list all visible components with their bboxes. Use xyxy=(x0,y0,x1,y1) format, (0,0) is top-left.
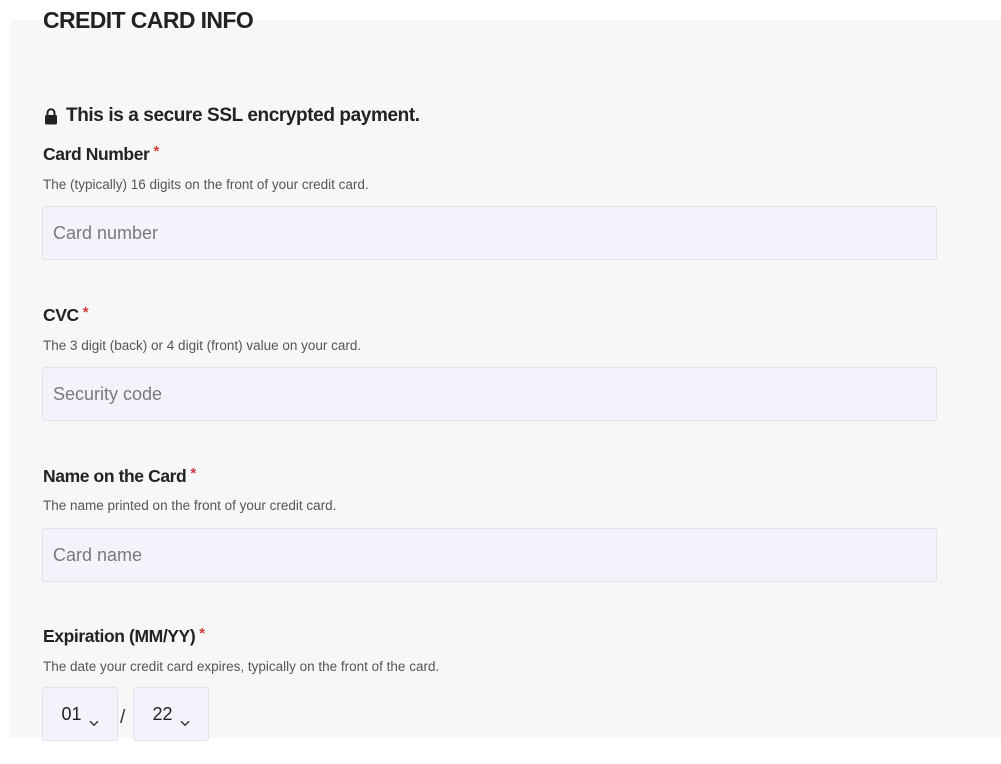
required-marker: * xyxy=(82,304,89,321)
card-name-help: The name printed on the front of your cr… xyxy=(43,498,337,513)
required-marker: * xyxy=(153,143,159,160)
card-name-input[interactable] xyxy=(42,528,937,582)
required-marker: * xyxy=(199,625,205,642)
secure-notice: This is a secure SSL encrypted payment. xyxy=(44,104,420,128)
expiration-month-value: 01 xyxy=(61,703,82,724)
cvc-help: The 3 digit (back) or 4 digit (front) va… xyxy=(43,338,362,353)
card-number-help: The (typically) 16 digits on the front o… xyxy=(43,177,369,192)
expiration-year-select[interactable]: 22 xyxy=(133,687,209,741)
cvc-label-text: CVC xyxy=(43,305,79,325)
cvc-input[interactable] xyxy=(42,367,937,421)
card-name-label: Name on the Card * xyxy=(43,465,196,489)
card-number-label: Card Number * xyxy=(43,143,159,167)
cvc-label: CVC * xyxy=(43,304,89,328)
expiration-help: The date your credit card expires, typic… xyxy=(43,659,440,674)
expiration-label-text: Expiration (MM/YY) xyxy=(43,626,196,646)
expiration-separator: / xyxy=(120,707,126,728)
expiration-month-select[interactable]: 01 xyxy=(42,687,118,741)
required-marker: * xyxy=(190,465,196,482)
card-number-label-text: Card Number xyxy=(43,144,150,164)
expiration-year-value: 22 xyxy=(152,703,173,724)
card-number-input[interactable] xyxy=(42,206,937,260)
card-name-label-text: Name on the Card xyxy=(43,466,187,486)
chevron-down-icon xyxy=(89,711,99,726)
secure-notice-text: This is a secure SSL encrypted payment. xyxy=(66,105,420,126)
lock-icon xyxy=(44,107,58,125)
expiration-label: Expiration (MM/YY) * xyxy=(43,625,205,649)
chevron-down-icon xyxy=(180,711,190,726)
section-title: CREDIT CARD INFO xyxy=(43,7,254,33)
